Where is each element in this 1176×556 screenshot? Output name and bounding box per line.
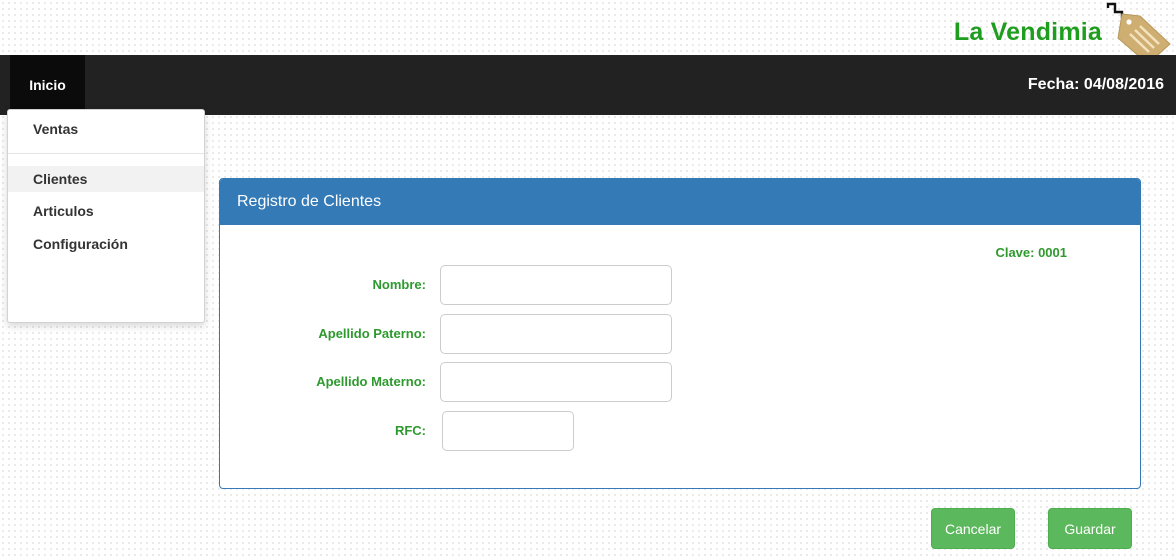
- menu-item-ventas[interactable]: Ventas: [8, 116, 204, 142]
- menu-item-configuracion[interactable]: Configuración: [8, 231, 204, 257]
- form-row-apellido-materno: Apellido Materno:: [220, 362, 1140, 402]
- form-row-nombre: Nombre:: [220, 265, 1140, 305]
- form-row-apellido-paterno: Apellido Paterno:: [220, 314, 1140, 354]
- menu-divider: [8, 153, 204, 154]
- current-date: Fecha: 04/08/2016: [1027, 76, 1164, 93]
- nombre-label: Nombre:: [372, 277, 426, 292]
- brand-name: La Vendimia: [953, 18, 1102, 46]
- brand-area: La Vendimia: [876, 0, 1176, 64]
- menu-item-articulos[interactable]: Articulos: [8, 198, 204, 224]
- cancel-button[interactable]: Cancelar: [931, 508, 1015, 549]
- apellido-paterno-input[interactable]: [440, 314, 672, 354]
- panel-title: Registro de Clientes: [220, 179, 1140, 225]
- registro-clientes-panel: Registro de Clientes Clave: 0001 Nombre:…: [219, 178, 1141, 489]
- apellido-materno-label: Apellido Materno:: [316, 374, 426, 389]
- form-row-rfc: RFC:: [220, 411, 1140, 451]
- nombre-input[interactable]: [440, 265, 672, 305]
- apellido-materno-input[interactable]: [440, 362, 672, 402]
- clave-label: Clave: 0001: [995, 245, 1067, 260]
- apellido-paterno-label: Apellido Paterno:: [318, 326, 426, 341]
- top-navbar: Inicio Fecha: 04/08/2016: [0, 55, 1176, 115]
- menu-item-clientes[interactable]: Clientes: [8, 166, 204, 192]
- rfc-label: RFC:: [394, 423, 426, 438]
- nav-inicio[interactable]: Inicio: [10, 55, 85, 115]
- save-button[interactable]: Guardar: [1048, 508, 1132, 549]
- dropdown-menu: Ventas Clientes Articulos Configuración: [7, 109, 205, 323]
- rfc-input[interactable]: [442, 411, 574, 451]
